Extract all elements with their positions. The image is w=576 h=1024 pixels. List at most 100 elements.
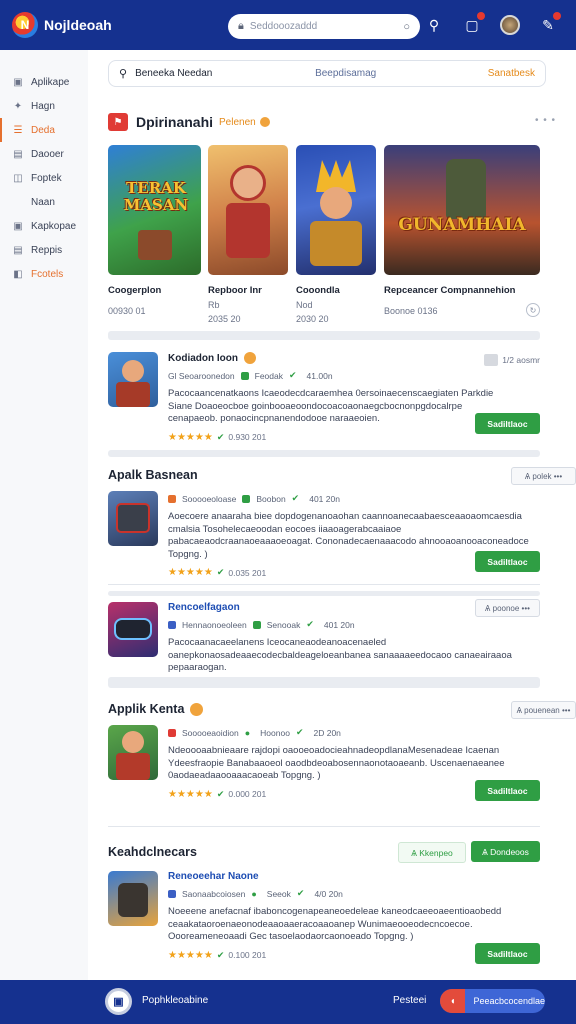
pin-icon: ●	[244, 727, 251, 738]
tag-icon	[252, 620, 261, 629]
featured-title: Dpirinanahi	[136, 114, 214, 130]
game-art	[320, 187, 352, 219]
app-icon-art	[122, 360, 144, 382]
footer-logo[interactable]: ▣	[105, 988, 132, 1015]
lock-icon: 🔒︎	[238, 20, 244, 32]
install-button[interactable]: Sadiltlaoc	[475, 780, 540, 801]
install-button[interactable]: Sadiltlaoc	[475, 943, 540, 964]
sidebar-item-label: Foptek	[31, 172, 62, 184]
search-icon[interactable]: ○	[403, 21, 410, 33]
card-title: Coogerplon	[108, 285, 162, 296]
app-extra[interactable]: 1/2 aosmr	[484, 354, 540, 366]
list-item[interactable]: Kodiadon Ioon Gl Seoaroonedon Feodak ✔ 4…	[108, 352, 540, 443]
stars-icon: ★★★★★	[168, 431, 213, 443]
list-item[interactable]: Reneoeehar Naone Saonaabcoiosen ● Seeok …	[108, 871, 540, 966]
filter-link[interactable]: Sanatbesk	[488, 68, 535, 79]
search-bar[interactable]: 🔒︎ Seddooozaddd ○	[228, 14, 420, 39]
game-art	[230, 165, 266, 201]
list-item[interactable]: Sooooeaoidion ● Hoonoo ✔ 2D 20n Ndeoooaa…	[108, 725, 540, 813]
filter-middle[interactable]: Beepdisamag	[315, 68, 485, 79]
card-title: Repceancer Compnannehion	[384, 285, 516, 296]
app-icon	[108, 602, 158, 657]
app-extra-text: 1/2 aosmr	[502, 355, 540, 365]
tag-icon	[240, 371, 249, 380]
sidebar-item-4[interactable]: ◫ Foptek	[0, 166, 88, 190]
avatar[interactable]	[500, 15, 520, 35]
app-icon-art	[122, 731, 144, 753]
app-name[interactable]: Reneoeehar Naone	[168, 871, 540, 882]
sidebar-item-label: Fcotels	[31, 268, 64, 280]
tag-icon	[168, 494, 176, 503]
section-chip[interactable]: Ѧ pouenean •••	[511, 701, 576, 719]
sidebar-item-0[interactable]: ▣ Aplikape	[0, 70, 88, 94]
sidebar-item-7[interactable]: ▤ Reppis	[0, 238, 88, 262]
section-action-button[interactable]: Ѧ Dondeoos	[471, 841, 540, 862]
sidebar-item-3[interactable]: ▤ Daooer	[0, 142, 88, 166]
sidebar-icon: ▣	[13, 76, 23, 88]
check-icon: ✔	[291, 493, 300, 503]
card-sub: Rb	[208, 300, 220, 310]
card-meta: 2030 20	[296, 314, 329, 324]
app-chip[interactable]: Ѧ poonoe •••	[475, 599, 540, 617]
featured-card[interactable]: TERAK MASAN Coogerplon 00930 01	[108, 145, 201, 316]
brand-name[interactable]: Nojldeoah	[44, 17, 112, 33]
refresh-icon[interactable]: ↻	[526, 303, 540, 317]
list-item[interactable]: Rencoelfagaon Hennaonoeoleen Senooak ✔ 4…	[108, 599, 540, 673]
sidebar-item-2[interactable]: ☰ Deda	[0, 118, 88, 142]
meta-text: 41.00n	[306, 370, 333, 381]
install-button[interactable]: Sadiltlaoc	[475, 551, 540, 572]
check-icon: ✔	[216, 431, 225, 442]
app-logo[interactable]: N	[12, 12, 38, 38]
card-title: Cooondla	[296, 285, 340, 296]
game-image-text: TERAK MASAN	[123, 179, 189, 214]
footer-button-label: Peeacbcocendlae	[473, 996, 545, 1006]
sidebar-item-5[interactable]: Naan	[0, 190, 88, 214]
header-icons: ⚲ ▢ ✎	[424, 12, 561, 35]
sidebar-icon: ✦	[13, 100, 23, 112]
edit-icon[interactable]: ✎	[538, 12, 561, 35]
app-icon-art	[116, 382, 150, 407]
footer-button[interactable]: ◖ Peeacbcocendlae	[440, 989, 545, 1013]
rating-value: 0.930 201	[228, 432, 267, 442]
filter-bar[interactable]: ⚲ Beneeka Needan Beepdisamag Sanatbesk	[108, 60, 546, 87]
app-icon	[108, 725, 158, 780]
top-bar: N Nojldeoah 🔒︎ Seddooozaddd ○ ⚲ ▢ ✎	[0, 0, 576, 50]
sidebar-icon: ◫	[13, 172, 23, 184]
game-image: TERAK MASAN	[108, 145, 201, 275]
section-tag[interactable]: Ѧ Kkenpeo	[398, 842, 466, 863]
sidebar-item-label: Naan	[31, 196, 55, 208]
sidebar-item-6[interactable]: ▣ Kapkopae	[0, 214, 88, 238]
meta-text: 401 20n	[309, 493, 340, 504]
section-chip[interactable]: Ѧ polek •••	[511, 467, 576, 485]
featured-card[interactable]: Repboor Inr Rb 2035 20	[208, 145, 288, 324]
featured-card[interactable]: GUNAMHAIA Repceancer Compnannehion Boono…	[384, 145, 540, 316]
featured-tag[interactable]: Pelenen	[219, 117, 256, 128]
install-button[interactable]: Sadiltlaoc	[475, 413, 540, 434]
section-title: Applik Kenta	[108, 702, 204, 716]
app-meta: Sooooeoloase Boobon ✔ 401 20n	[168, 493, 540, 504]
section-divider	[108, 331, 540, 340]
stars-icon: ★★★★★	[168, 788, 213, 800]
featured-card[interactable]: Cooondla Nod 2030 20	[296, 145, 376, 324]
list-item[interactable]: Sooooeoloase Boobon ✔ 401 20n Aoecoere a…	[108, 491, 540, 579]
sidebar-item-8[interactable]: ◧ Fcotels	[0, 262, 88, 286]
notification-dot	[553, 12, 561, 20]
game-art	[446, 159, 486, 219]
meta-text: Feodak	[254, 370, 283, 381]
game-image	[296, 145, 376, 275]
rating-value: 0.035 201	[228, 567, 267, 578]
pin-icon: ●	[251, 888, 257, 899]
footer-link[interactable]: Pesteei	[393, 995, 426, 1006]
sidebar-item-1[interactable]: ✦ Hagn	[0, 94, 88, 118]
search-icon[interactable]: ⚲	[424, 15, 444, 35]
sidebar-item-label: Daooer	[31, 148, 64, 160]
sidebar-icon: ◧	[13, 268, 23, 280]
game-art	[138, 230, 172, 260]
more-icon[interactable]: • • •	[535, 115, 556, 126]
bag-icon[interactable]: ▢	[462, 12, 485, 35]
filter-text[interactable]: Beneeka Needan	[135, 68, 305, 79]
footer-text[interactable]: Pophkleoabine	[142, 995, 208, 1006]
footer-button-icon: ◖	[440, 989, 466, 1013]
app-meta: Saonaabcoiosen ● Seeok ✔ 4/0 20n	[168, 888, 540, 899]
search-input[interactable]: Seddooozaddd	[250, 21, 403, 32]
